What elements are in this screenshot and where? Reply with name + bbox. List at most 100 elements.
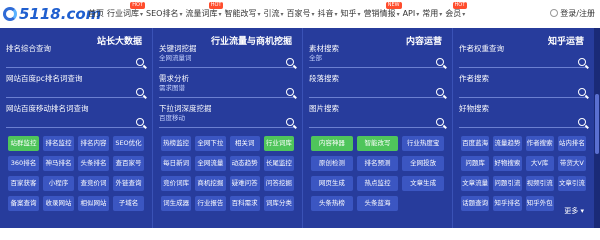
- nav-item[interactable]: 百家号▾: [287, 0, 315, 28]
- search-icon[interactable]: [436, 88, 444, 96]
- tool-button[interactable]: 收录网站: [43, 196, 74, 211]
- tool-button[interactable]: 带货大V: [557, 156, 586, 171]
- search-icon[interactable]: [436, 58, 444, 66]
- tool-button[interactable]: 360排名: [8, 156, 39, 171]
- tool-button[interactable]: 疑难问答: [229, 176, 260, 191]
- tool-button[interactable]: 相关词: [229, 136, 260, 151]
- search-icon[interactable]: [136, 118, 144, 126]
- search-icon[interactable]: [578, 118, 586, 126]
- nav-item[interactable]: 行业词库▾ HOT: [107, 0, 146, 28]
- search-field-option[interactable]: 全部: [309, 54, 446, 63]
- page-scrollbar[interactable]: [594, 28, 600, 228]
- tool-button[interactable]: 每日新词: [161, 156, 192, 171]
- search-icon[interactable]: [578, 88, 586, 96]
- search-field-option[interactable]: 全网流量词: [159, 54, 296, 63]
- search-field[interactable]: 图片搜索: [309, 104, 446, 132]
- tool-button[interactable]: 行业词库: [263, 136, 294, 151]
- search-field[interactable]: 段落搜索: [309, 74, 446, 102]
- nav-item[interactable]: SEO排名▾: [146, 0, 182, 28]
- tool-button[interactable]: 行业热度宝: [402, 136, 444, 151]
- tool-button[interactable]: 百家获客: [8, 176, 39, 191]
- tool-button[interactable]: 排名监控: [43, 136, 74, 151]
- tool-button[interactable]: 查百家号: [113, 156, 144, 171]
- search-field-option[interactable]: 百度移动: [159, 114, 296, 123]
- search-field[interactable]: 网站百度pc排名词查询: [6, 74, 146, 102]
- search-icon[interactable]: [286, 88, 294, 96]
- site-logo[interactable]: 5118.com: [3, 4, 101, 24]
- nav-item[interactable]: 营销情报▾ NEW: [364, 0, 402, 28]
- search-field[interactable]: 需求分析 需求图谱: [159, 74, 296, 102]
- search-icon[interactable]: [286, 58, 294, 66]
- tool-button[interactable]: 网页生成: [311, 176, 353, 191]
- more-button[interactable]: 更多 ▾: [564, 206, 584, 216]
- tool-button[interactable]: 百度蓝海: [461, 136, 490, 151]
- tool-button[interactable]: 长尾监控: [263, 156, 294, 171]
- tool-button[interactable]: 文章流量: [461, 176, 490, 191]
- tool-button[interactable]: 热点监控: [356, 176, 399, 191]
- tool-button[interactable]: 问答挖掘: [263, 176, 294, 191]
- tool-button[interactable]: 排名内容: [78, 136, 109, 151]
- nav-item[interactable]: 知乎▾: [341, 0, 361, 28]
- search-field-option[interactable]: 需求图谱: [159, 84, 296, 93]
- tool-button[interactable]: SEO优化: [113, 136, 144, 151]
- tool-button[interactable]: 问题库: [461, 156, 490, 171]
- tool-button[interactable]: 大V库: [525, 156, 554, 171]
- tool-button[interactable]: 动态趋势: [229, 156, 260, 171]
- nav-item[interactable]: 流量词库▾ HOT: [185, 0, 224, 28]
- tool-button[interactable]: 站群监控: [8, 136, 39, 151]
- tool-button[interactable]: 知乎排名: [493, 196, 522, 211]
- tool-button[interactable]: 内容神器: [311, 136, 353, 151]
- tool-button[interactable]: 头条排名: [78, 156, 109, 171]
- nav-item[interactable]: 会员▾ HOT: [445, 0, 468, 28]
- search-field[interactable]: 网站百度移动排名词查询: [6, 104, 146, 132]
- tool-button[interactable]: 问题引流: [493, 176, 522, 191]
- search-field[interactable]: 下拉词深度挖掘 百度移动: [159, 104, 296, 132]
- tool-button[interactable]: 百科需求: [229, 196, 260, 211]
- tool-button[interactable]: 作者搜索: [525, 136, 554, 151]
- tool-button[interactable]: 文章生成: [402, 176, 444, 191]
- nav-item[interactable]: 首页: [88, 0, 104, 28]
- tool-button[interactable]: 头条蓝海: [356, 196, 399, 211]
- tool-button[interactable]: 词库分类: [263, 196, 294, 211]
- scrollbar-thumb[interactable]: [595, 94, 599, 154]
- search-field[interactable]: 作者搜索: [459, 74, 588, 102]
- tool-button[interactable]: 全网流量: [195, 156, 226, 171]
- search-icon[interactable]: [286, 118, 294, 126]
- tool-button[interactable]: 流量趋势: [493, 136, 522, 151]
- nav-item[interactable]: 智能改写▾: [224, 0, 260, 28]
- nav-item[interactable]: API▾: [403, 0, 420, 28]
- search-icon[interactable]: [136, 58, 144, 66]
- tool-button[interactable]: 视频引流: [525, 176, 554, 191]
- tool-button[interactable]: 话题查询: [461, 196, 490, 211]
- tool-button[interactable]: 行业报告: [195, 196, 226, 211]
- tool-button[interactable]: 热榜监控: [161, 136, 192, 151]
- tool-button[interactable]: 商机挖掘: [195, 176, 226, 191]
- tool-button[interactable]: 查竞价词: [78, 176, 109, 191]
- tool-button[interactable]: 排名预测: [356, 156, 399, 171]
- tool-button[interactable]: 子域名: [113, 196, 144, 211]
- tool-button[interactable]: 竞价词库: [161, 176, 192, 191]
- nav-item[interactable]: 抖音▾: [318, 0, 338, 28]
- login-register-link[interactable]: 登录/注册: [550, 8, 595, 19]
- tool-button[interactable]: 全网投放: [402, 156, 444, 171]
- tool-button[interactable]: 神马排名: [43, 156, 74, 171]
- tool-button[interactable]: 文章引流: [557, 176, 586, 191]
- tool-button[interactable]: 外链查询: [113, 176, 144, 191]
- search-field[interactable]: 关键词挖掘 全网流量词: [159, 44, 296, 72]
- search-field[interactable]: 作者权重查询: [459, 44, 588, 72]
- tool-button[interactable]: 站内排名: [557, 136, 586, 151]
- search-field[interactable]: 排名综合查询: [6, 44, 146, 72]
- search-field[interactable]: 素材搜索 全部: [309, 44, 446, 72]
- search-icon[interactable]: [136, 88, 144, 96]
- tool-button[interactable]: 小程序: [43, 176, 74, 191]
- tool-button[interactable]: 全网下拉: [195, 136, 226, 151]
- search-field[interactable]: 好物搜索: [459, 104, 588, 132]
- search-icon[interactable]: [578, 58, 586, 66]
- tool-button[interactable]: 智能改写: [356, 136, 399, 151]
- tool-button[interactable]: 头条热榜: [311, 196, 353, 211]
- tool-button[interactable]: 备案查询: [8, 196, 39, 211]
- search-icon[interactable]: [436, 118, 444, 126]
- tool-button[interactable]: 原创检测: [311, 156, 353, 171]
- tool-button[interactable]: 相似网站: [78, 196, 109, 211]
- nav-item[interactable]: 常用▾: [422, 0, 442, 28]
